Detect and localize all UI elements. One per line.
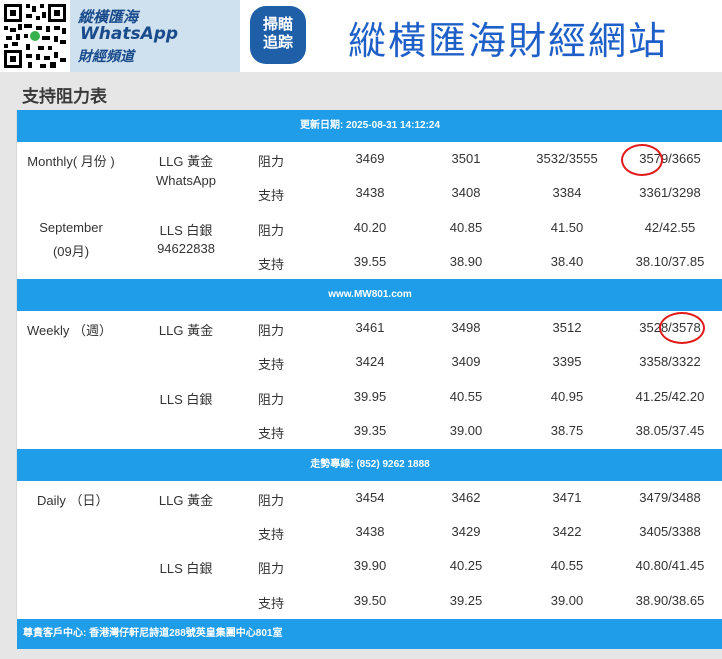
brand-line-2: WhatsApp bbox=[80, 24, 179, 44]
value-cell: 42/42.55 bbox=[644, 220, 696, 235]
value-cell: 3461 bbox=[355, 320, 385, 335]
value-cell: 38.90/38.65 bbox=[635, 593, 705, 608]
brand-line-3: 財經頻道 bbox=[78, 49, 134, 65]
value-cell: 40.25 bbox=[449, 558, 483, 573]
type-support: 支持 bbox=[257, 527, 284, 542]
type-support: 支持 bbox=[257, 257, 284, 272]
value-cell: 39.90 bbox=[353, 558, 387, 573]
type-resistance: 阻力 bbox=[257, 392, 284, 407]
month-name: September bbox=[39, 220, 103, 235]
site-title: 縱橫匯海財經網站 bbox=[347, 19, 668, 63]
hotline-band[interactable]: 走勢專線: (852) 9262 1888 bbox=[17, 449, 722, 481]
value-cell: 39.00 bbox=[449, 423, 483, 438]
instrument-gold: LLG 黃金 bbox=[158, 493, 214, 508]
value-cell: 39.95 bbox=[353, 389, 387, 404]
value-cell: 38.10/37.85 bbox=[635, 254, 705, 269]
value-cell: 40.20 bbox=[353, 220, 387, 235]
term-label-weekly: Weekly （週） bbox=[27, 323, 112, 338]
value-cell: 39.25 bbox=[449, 593, 483, 608]
value-cell: 3471 bbox=[552, 490, 582, 505]
highlight-circle bbox=[659, 312, 705, 344]
update-date-band: 更新日期: 2025-08-31 14:12:24 bbox=[17, 110, 722, 142]
panel-title: 支持阻力表 bbox=[22, 87, 107, 106]
type-support: 支持 bbox=[257, 188, 284, 203]
value-cell: 38.75 bbox=[550, 423, 584, 438]
whatsapp-channel-badge[interactable]: 縱橫匯海 WhatsApp 財經頻道 掃瞄 追踪 bbox=[70, 0, 306, 72]
value-cell: 41.50 bbox=[550, 220, 584, 235]
type-support: 支持 bbox=[257, 426, 284, 441]
value-cell: 3384 bbox=[552, 185, 582, 200]
type-support: 支持 bbox=[257, 357, 284, 372]
value-cell: 39.55 bbox=[353, 254, 387, 269]
type-resistance: 阻力 bbox=[257, 493, 284, 508]
whatsapp-label: WhatsApp bbox=[156, 173, 216, 188]
value-cell: 40.55 bbox=[449, 389, 483, 404]
value-cell: 38.05/37.45 bbox=[635, 423, 705, 438]
value-cell: 3462 bbox=[451, 490, 481, 505]
value-cell: 38.90 bbox=[449, 254, 483, 269]
value-cell: 3498 bbox=[451, 320, 481, 335]
instrument-gold: LLG 黃金 bbox=[158, 323, 214, 338]
term-label-monthly: Monthly( 月份 ) bbox=[27, 154, 115, 169]
value-cell: 3438 bbox=[355, 524, 385, 539]
value-cell: 3424 bbox=[355, 354, 385, 369]
qr-code-image bbox=[2, 2, 68, 70]
type-support: 支持 bbox=[257, 596, 284, 611]
type-resistance: 阻力 bbox=[257, 323, 284, 338]
value-cell: 3409 bbox=[451, 354, 481, 369]
value-cell: 3501 bbox=[451, 151, 481, 166]
value-cell: 39.35 bbox=[353, 423, 387, 438]
value-cell: 39.50 bbox=[353, 593, 387, 608]
footer-address-band: 尊貴客戶中心: 香港灣仔軒尼詩道288號英皇集團中心801室 bbox=[17, 619, 722, 649]
instrument-silver: LLS 白銀 bbox=[159, 561, 213, 576]
type-resistance: 阻力 bbox=[257, 561, 284, 576]
instrument-silver: LLS 白銀 bbox=[159, 223, 213, 238]
qr-code[interactable] bbox=[2, 2, 68, 70]
header-banner: 縱橫匯海 WhatsApp 財經頻道 掃瞄 追踪 縱橫匯海財經網站 bbox=[0, 0, 722, 72]
value-cell: 3438 bbox=[355, 185, 385, 200]
type-resistance: 阻力 bbox=[257, 154, 284, 169]
instrument-silver: LLS 白銀 bbox=[159, 392, 213, 407]
value-cell: 3422 bbox=[552, 524, 582, 539]
month-number: (09月) bbox=[52, 244, 90, 259]
instrument-gold: LLG 黃金 bbox=[158, 154, 214, 169]
value-cell: 3395 bbox=[552, 354, 582, 369]
value-cell: 40.85 bbox=[449, 220, 483, 235]
value-cell: 3429 bbox=[451, 524, 481, 539]
term-label-daily: Daily （日） bbox=[37, 493, 109, 508]
value-cell: 3454 bbox=[355, 490, 385, 505]
value-cell: 40.80/41.45 bbox=[635, 558, 705, 573]
website-band[interactable]: www.MW801.com bbox=[17, 279, 722, 311]
value-cell: 3532/3555 bbox=[536, 151, 598, 166]
value-cell: 3358/3322 bbox=[639, 354, 701, 369]
highlight-circle bbox=[621, 144, 663, 176]
type-resistance: 阻力 bbox=[257, 223, 284, 238]
value-cell: 41.25/42.20 bbox=[635, 389, 705, 404]
value-cell: 40.95 bbox=[550, 389, 584, 404]
value-cell: 3512 bbox=[552, 320, 582, 335]
support-resistance-table: 更新日期: 2025-08-31 14:12:24 Monthly( 月份 ) … bbox=[16, 110, 722, 649]
value-cell: 3408 bbox=[451, 185, 481, 200]
value-cell: 38.40 bbox=[550, 254, 584, 269]
value-cell: 40.55 bbox=[550, 558, 584, 573]
value-cell: 3361/3298 bbox=[639, 185, 701, 200]
support-resistance-panel: 支持阻力表 更新日期: 2025-08-31 14:12:24 Monthly(… bbox=[0, 72, 722, 659]
value-cell: 3479/3488 bbox=[639, 490, 701, 505]
value-cell: 3469 bbox=[355, 151, 385, 166]
value-cell: 39.00 bbox=[550, 593, 584, 608]
value-cell: 3405/3388 bbox=[639, 524, 701, 539]
whatsapp-number: 94622838 bbox=[157, 241, 215, 256]
